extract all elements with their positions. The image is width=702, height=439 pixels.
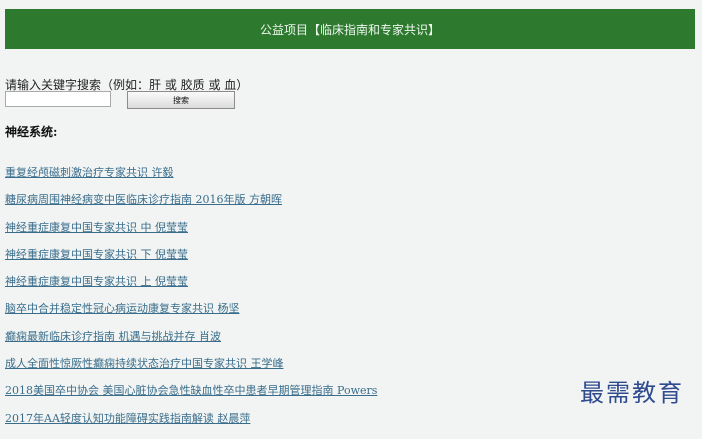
guideline-link[interactable]: 2017年AA轻度认知功能障碍实践指南解读 赵晨萍 xyxy=(5,412,250,425)
watermark-logo: 最需教育 xyxy=(580,379,684,407)
list-item: 神经重症康复中国专家共识 中 倪莹莹 xyxy=(5,221,377,248)
list-item: 糖尿病周围神经病变中医临床诊疗指南 2016年版 方朝晖 xyxy=(5,193,377,220)
guideline-link[interactable]: 癫痫最新临床诊疗指南 机遇与挑战并存 肖波 xyxy=(5,330,221,343)
guideline-link[interactable]: 成人全面性惊厥性癫痫持续状态治疗中国专家共识 王学峰 xyxy=(5,357,284,370)
guideline-link-list: 重复经颅磁刺激治疗专家共识 许毅 糖尿病周围神经病变中医临床诊疗指南 2016年… xyxy=(5,166,377,439)
list-item: 神经重症康复中国专家共识 下 倪莹莹 xyxy=(5,248,377,275)
guideline-link[interactable]: 2018美国卒中协会 美国心脏协会急性缺血性卒中患者早期管理指南 Powers xyxy=(5,384,377,397)
search-input[interactable] xyxy=(5,91,111,107)
guideline-link[interactable]: 神经重症康复中国专家共识 中 倪莹莹 xyxy=(5,221,188,234)
list-item: 成人全面性惊厥性癫痫持续状态治疗中国专家共识 王学峰 xyxy=(5,357,377,384)
list-item: 2018美国卒中协会 美国心脏协会急性缺血性卒中患者早期管理指南 Powers xyxy=(5,384,377,411)
guideline-link[interactable]: 重复经颅磁刺激治疗专家共识 许毅 xyxy=(5,166,174,179)
guideline-link[interactable]: 脑卒中合并稳定性冠心病运动康复专家共识 杨坚 xyxy=(5,302,240,315)
banner-title: 公益项目【临床指南和专家共识】 xyxy=(259,22,440,37)
section-heading-nervous-system: 神经系统: xyxy=(5,125,58,139)
list-item: 癫痫最新临床诊疗指南 机遇与挑战并存 肖波 xyxy=(5,330,377,357)
list-item: 脑卒中合并稳定性冠心病运动康复专家共识 杨坚 xyxy=(5,302,377,329)
search-button[interactable]: 搜索 xyxy=(127,91,235,109)
guideline-link[interactable]: 神经重症康复中国专家共识 上 倪莹莹 xyxy=(5,275,188,288)
list-item: 重复经颅磁刺激治疗专家共识 许毅 xyxy=(5,166,377,193)
project-banner: 公益项目【临床指南和专家共识】 xyxy=(5,9,695,49)
list-item: 2017年AA轻度认知功能障碍实践指南解读 赵晨萍 xyxy=(5,412,377,439)
guideline-link[interactable]: 糖尿病周围神经病变中医临床诊疗指南 2016年版 方朝晖 xyxy=(5,193,282,206)
guideline-link[interactable]: 神经重症康复中国专家共识 下 倪莹莹 xyxy=(5,248,188,261)
list-item: 神经重症康复中国专家共识 上 倪莹莹 xyxy=(5,275,377,302)
